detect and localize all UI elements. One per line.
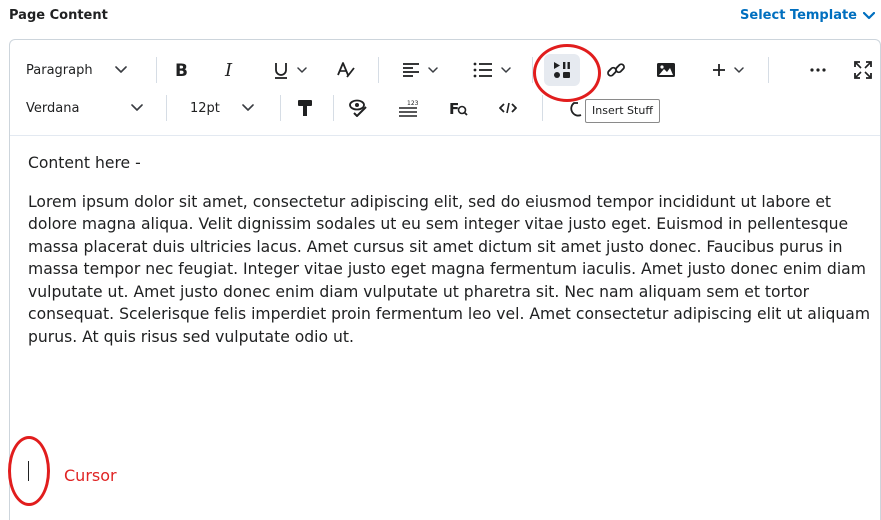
block-format-value: Paragraph: [26, 62, 93, 78]
link-icon: [607, 63, 625, 77]
font-size-select[interactable]: 12pt: [180, 92, 272, 124]
toolbar-row-2: Verdana 12pt 123 F: [10, 92, 880, 132]
find-replace-button[interactable]: F: [442, 92, 474, 124]
toolbar-divider: [156, 57, 157, 83]
toolbar-divider: [542, 95, 543, 121]
underline-icon: [275, 63, 287, 79]
chevron-down-icon: [242, 104, 254, 111]
bulleted-list-icon: [473, 62, 492, 78]
insert-image-button[interactable]: [650, 54, 682, 86]
insert-stuff-tooltip: Insert Stuff: [585, 99, 660, 123]
annotation-circle-cursor: [8, 436, 50, 506]
find-replace-icon: F: [449, 100, 468, 117]
block-format-select[interactable]: Paragraph: [20, 54, 148, 86]
svg-text:F: F: [449, 100, 459, 117]
svg-text:B: B: [175, 61, 188, 79]
editor-content-area[interactable]: Content here - Lorem ipsum dolor sit ame…: [28, 152, 878, 364]
chevron-down-icon: [131, 104, 144, 111]
paint-roller-icon: [298, 100, 312, 116]
image-icon: [657, 63, 675, 77]
toolbar-row-1: Paragraph B I: [10, 54, 880, 94]
annotation-circle-insert-stuff: [533, 44, 601, 102]
text-color-button[interactable]: [330, 54, 362, 86]
svg-text:123: 123: [407, 100, 418, 107]
chevron-down-icon: [114, 66, 127, 73]
word-count-icon: 123: [399, 100, 418, 117]
list-button[interactable]: [464, 54, 520, 86]
chevron-down-icon: [501, 66, 511, 73]
align-left-icon: [403, 63, 419, 77]
chevron-down-icon: [428, 66, 438, 73]
underline-button[interactable]: [262, 54, 318, 86]
align-button[interactable]: [392, 54, 448, 86]
format-painter-button[interactable]: [289, 92, 321, 124]
fullscreen-icon: [854, 61, 872, 79]
more-options-button[interactable]: [802, 54, 834, 86]
insert-more-button[interactable]: [700, 54, 756, 86]
italic-button[interactable]: I: [214, 54, 246, 86]
word-count-button[interactable]: 123: [392, 92, 424, 124]
bold-icon: B: [175, 61, 188, 79]
editor-toolbar: Paragraph B I Verdana 12pt 123 F: [10, 40, 880, 136]
toolbar-divider: [166, 95, 167, 121]
toolbar-divider: [333, 95, 334, 121]
font-family-select[interactable]: Verdana: [20, 92, 156, 124]
font-family-value: Verdana: [26, 100, 80, 116]
rich-text-editor: Paragraph B I Verdana 12pt 123 F Content…: [9, 39, 881, 520]
italic-icon: I: [224, 61, 233, 79]
toolbar-divider: [280, 95, 281, 121]
font-size-value: 12pt: [190, 100, 220, 116]
chevron-down-icon: [297, 66, 307, 73]
annotation-cursor-label: Cursor: [64, 466, 117, 485]
font-color-icon: [337, 62, 355, 78]
svg-text:I: I: [224, 61, 233, 79]
accessibility-check-icon: [349, 99, 367, 117]
accessibility-checker-button[interactable]: [342, 92, 374, 124]
insert-link-button[interactable]: [600, 54, 632, 86]
more-horizontal-icon: [810, 68, 826, 72]
chevron-down-icon: [863, 11, 875, 19]
chevron-down-icon: [734, 66, 744, 73]
source-code-button[interactable]: [492, 92, 524, 124]
content-paragraph: Lorem ipsum dolor sit amet, consectetur …: [28, 192, 871, 346]
page-content-label: Page Content: [9, 8, 108, 23]
code-icon: [499, 102, 517, 114]
toolbar-divider: [378, 57, 379, 83]
plus-icon: [713, 64, 725, 76]
select-template-button[interactable]: Select Template: [740, 8, 875, 23]
bold-button[interactable]: B: [166, 54, 198, 86]
select-template-label: Select Template: [740, 8, 857, 23]
toolbar-divider: [768, 57, 769, 83]
fullscreen-button[interactable]: [848, 54, 878, 86]
content-heading-text: Content here -: [28, 154, 141, 172]
